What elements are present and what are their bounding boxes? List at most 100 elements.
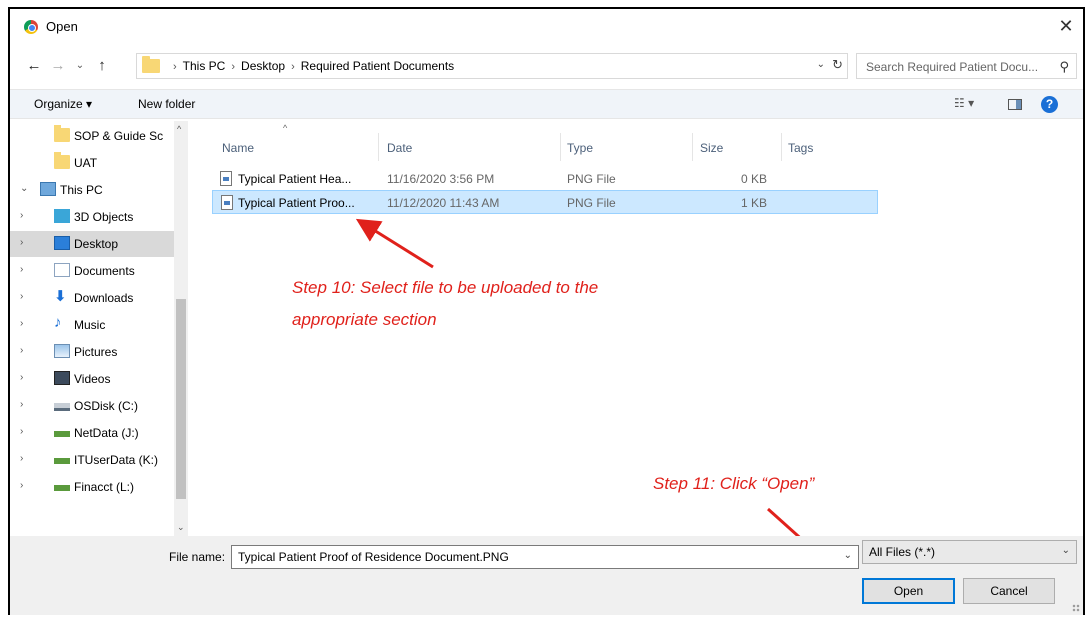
sidebar-item-desktop[interactable]: › Desktop <box>10 231 174 257</box>
window-title: Open <box>46 19 78 34</box>
collapsed-chevron-icon[interactable]: › <box>20 399 23 410</box>
resize-grip-icon[interactable] <box>1072 604 1080 612</box>
sidebar-item-label: 3D Objects <box>74 210 134 224</box>
column-header-size[interactable]: Size <box>700 141 723 155</box>
column-divider[interactable] <box>378 133 379 161</box>
dialog-footer: File name: Typical Patient Proof of Resi… <box>10 536 1083 615</box>
file-row[interactable]: Typical Patient Hea... 11/16/2020 3:56 P… <box>212 167 878 191</box>
preview-pane-icon[interactable] <box>1008 99 1022 110</box>
scrollbar-thumb[interactable] <box>176 299 186 499</box>
sidebar-item-music[interactable]: › ♪ Music <box>10 312 174 338</box>
column-header-date[interactable]: Date <box>387 141 412 155</box>
file-name-label: File name: <box>169 550 226 564</box>
collapsed-chevron-icon[interactable]: › <box>20 264 23 275</box>
sidebar-item-3d-objects[interactable]: › 3D Objects <box>10 204 174 230</box>
expanded-chevron-icon[interactable]: ⌄ <box>20 183 28 194</box>
collapsed-chevron-icon[interactable]: › <box>20 372 23 383</box>
sidebar-item-label: Documents <box>74 264 135 278</box>
help-icon[interactable]: ? <box>1041 96 1058 113</box>
search-icon: ⚲ <box>1059 59 1069 74</box>
open-file-dialog: Open ✕ ← → ⌄ ↑ › This PC › Desktop › Required… <box>8 7 1085 615</box>
file-type-filter-select[interactable]: All Files (*.*) ⌄ <box>862 540 1077 564</box>
file-type-filter-value: All Files (*.*) <box>869 545 936 559</box>
sidebar-item-sop-guide-sc[interactable]: SOP & Guide Sc <box>10 123 174 149</box>
collapsed-chevron-icon[interactable]: › <box>20 318 23 329</box>
scroll-up-icon[interactable]: ^ <box>177 124 181 134</box>
breadcrumb-this-pc[interactable]: This PC <box>183 59 226 73</box>
sidebar-item-uat[interactable]: UAT <box>10 150 174 176</box>
sidebar-item-videos[interactable]: › Videos <box>10 366 174 392</box>
sidebar-item-downloads[interactable]: › ⬇ Downloads <box>10 285 174 311</box>
navigation-pane: SOP & Guide Sc UAT ⌄ This PC › 3D Objects › Des… <box>10 121 188 536</box>
folder-icon <box>54 125 70 142</box>
computer-icon <box>40 182 56 196</box>
collapsed-chevron-icon[interactable]: › <box>20 210 23 221</box>
sidebar-item-label: Music <box>74 318 106 332</box>
sidebar-item-documents[interactable]: › Documents <box>10 258 174 284</box>
network-drive-icon <box>54 485 70 491</box>
file-name-input[interactable]: Typical Patient Proof of Residence Docum… <box>231 545 859 569</box>
column-header-name[interactable]: Name <box>222 141 254 155</box>
file-name-value: Typical Patient Proof of Residence Docum… <box>238 550 509 564</box>
refresh-icon[interactable]: ↻ <box>832 57 843 73</box>
file-name: Typical Patient Proo... <box>238 196 355 210</box>
file-date: 11/16/2020 3:56 PM <box>387 172 495 186</box>
new-folder-button[interactable]: New folder <box>138 97 195 111</box>
address-bar[interactable]: › This PC › Desktop › Required Patient Docume… <box>136 53 848 79</box>
chrome-icon <box>24 20 38 34</box>
command-toolbar: Organize ▾ New folder ☷ ▾ ? <box>10 89 1083 119</box>
cancel-button[interactable]: Cancel <box>963 578 1055 604</box>
sidebar-item-label: OSDisk (C:) <box>74 399 138 413</box>
search-placeholder: Search Required Patient Docu... <box>866 60 1039 74</box>
documents-icon <box>54 263 70 277</box>
sidebar-item-label: Pictures <box>74 345 118 359</box>
sidebar-item-label: NetData (J:) <box>74 426 139 440</box>
up-arrow-icon[interactable]: ↑ <box>92 56 112 76</box>
sidebar-item-this-pc[interactable]: ⌄ This PC <box>10 177 174 203</box>
3d-objects-icon <box>54 209 70 223</box>
png-file-icon <box>221 195 233 210</box>
address-dropdown-chevron-icon[interactable]: ⌄ <box>817 59 825 70</box>
music-icon: ♪ <box>54 314 62 331</box>
column-divider[interactable] <box>560 133 561 161</box>
file-size: 0 KB <box>741 172 768 186</box>
column-divider[interactable] <box>692 133 693 161</box>
navigation-pane-scrollbar[interactable]: ^ ⌄ <box>174 121 188 536</box>
videos-icon <box>54 371 70 385</box>
column-header-type[interactable]: Type <box>567 141 593 155</box>
collapsed-chevron-icon[interactable]: › <box>20 237 23 248</box>
scroll-down-icon[interactable]: ⌄ <box>177 522 185 533</box>
sidebar-item-finacct-l[interactable]: › Finacct (L:) <box>10 474 174 500</box>
desktop-icon <box>54 236 70 250</box>
png-file-icon <box>220 171 232 186</box>
sidebar-item-ituserdata-k[interactable]: › ITUserData (K:) <box>10 447 174 473</box>
file-row-selected[interactable]: Typical Patient Proo... 11/12/2020 11:43… <box>212 190 878 214</box>
organize-menu-button[interactable]: Organize ▾ <box>34 97 92 111</box>
change-view-icon[interactable]: ☷ ▾ <box>954 96 974 110</box>
breadcrumb-desktop[interactable]: Desktop <box>241 59 285 73</box>
collapsed-chevron-icon[interactable]: › <box>20 453 23 464</box>
collapsed-chevron-icon[interactable]: › <box>20 426 23 437</box>
open-button[interactable]: Open <box>862 578 955 604</box>
recent-locations-chevron-icon[interactable]: ⌄ <box>70 56 90 76</box>
forward-arrow-icon[interactable]: → <box>48 56 68 76</box>
sidebar-item-netdata-j[interactable]: › NetData (J:) <box>10 420 174 446</box>
back-arrow-icon[interactable]: ← <box>24 56 44 76</box>
column-divider[interactable] <box>781 133 782 161</box>
sidebar-item-pictures[interactable]: › Pictures <box>10 339 174 365</box>
breadcrumb-current-folder[interactable]: Required Patient Documents <box>301 59 454 73</box>
folder-icon <box>54 152 70 169</box>
folder-icon <box>142 56 160 73</box>
filter-dropdown-chevron-icon: ⌄ <box>1061 545 1070 556</box>
sidebar-item-label: Videos <box>74 372 111 386</box>
file-type: PNG File <box>567 172 616 186</box>
sidebar-item-label: Finacct (L:) <box>74 480 135 494</box>
close-button[interactable]: ✕ <box>1053 13 1079 39</box>
collapsed-chevron-icon[interactable]: › <box>20 480 23 491</box>
column-header-tags[interactable]: Tags <box>788 141 813 155</box>
search-input[interactable]: Search Required Patient Docu... ⚲ <box>856 53 1077 79</box>
collapsed-chevron-icon[interactable]: › <box>20 345 23 356</box>
collapsed-chevron-icon[interactable]: › <box>20 291 23 302</box>
file-name-dropdown-chevron-icon[interactable]: ⌄ <box>844 550 852 561</box>
sidebar-item-osdisk-c[interactable]: › OSDisk (C:) <box>10 393 174 419</box>
